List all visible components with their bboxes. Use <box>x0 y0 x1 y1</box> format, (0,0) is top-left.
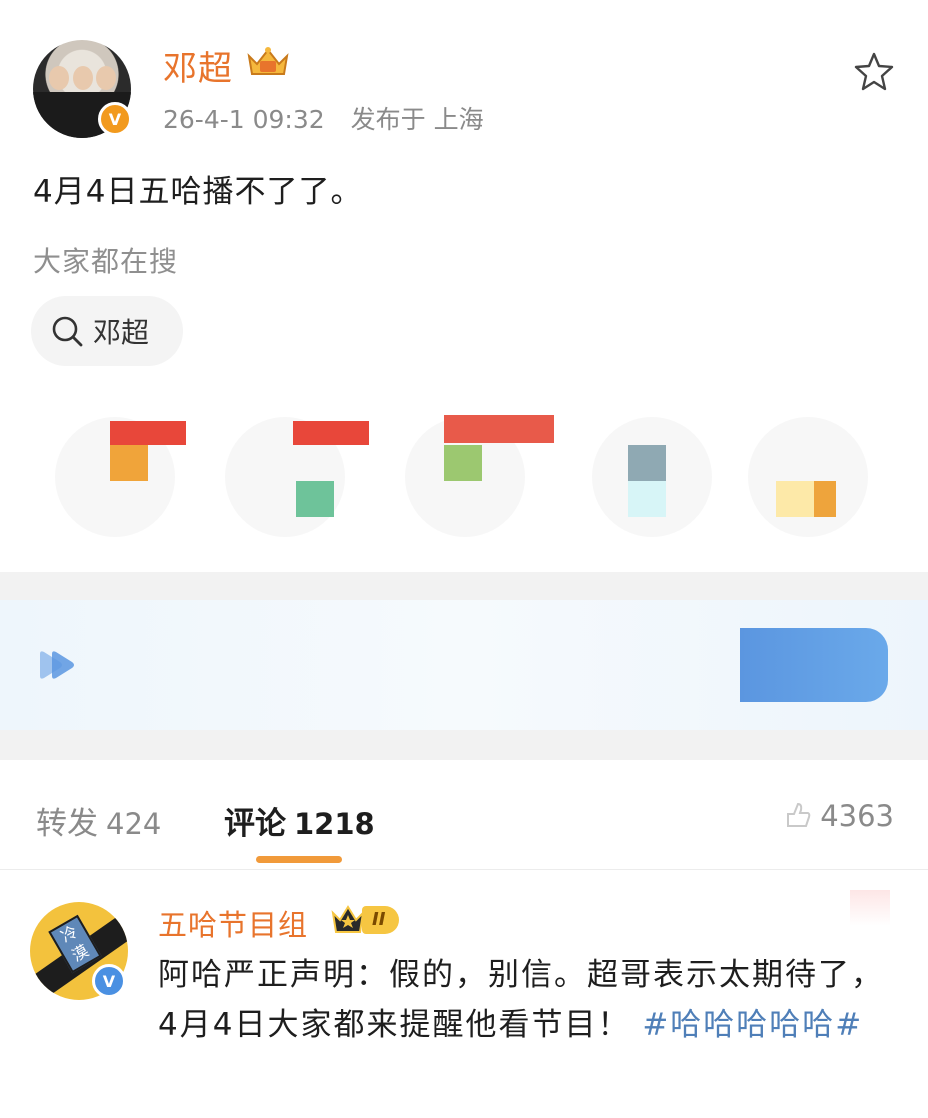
comment-like-icon[interactable] <box>850 890 890 926</box>
star-icon[interactable] <box>852 50 896 94</box>
tab-repost-label: 转发 <box>36 806 98 842</box>
trending-search-chip[interactable]: 邓超 <box>31 296 183 366</box>
reaction-pixel <box>110 421 186 445</box>
reaction-pixel <box>296 481 334 517</box>
commenter-name[interactable]: 五哈节目组 <box>158 902 308 944</box>
fan-level-label: II <box>362 906 400 934</box>
avatar-face <box>49 66 69 90</box>
verified-badge-icon: V <box>92 964 126 998</box>
crown-icon <box>247 47 289 75</box>
reaction-pixel <box>110 445 148 481</box>
active-tab-indicator <box>256 856 342 863</box>
tab-comment[interactable]: 评论 1218 <box>224 798 375 843</box>
reaction-button[interactable] <box>748 417 868 537</box>
like-icon <box>787 802 811 827</box>
ad-action-button[interactable] <box>740 628 888 702</box>
reaction-bar <box>0 405 928 545</box>
post-location: 发布于 上海 <box>350 105 484 134</box>
reaction-pixel <box>293 421 369 445</box>
section-divider <box>0 730 928 760</box>
tab-comment-label: 评论 <box>224 806 286 842</box>
reaction-pixel <box>444 415 554 443</box>
interaction-tabs: 转发 424 评论 1218 4363 <box>0 760 928 870</box>
reaction-pixel <box>628 481 666 517</box>
tab-like[interactable]: 4363 <box>782 798 894 834</box>
comment-item: 冷漠 V 五哈节目组 II 阿哈严正声明：假的，别信。超哥表示太期待了，4月4日… <box>0 872 928 1118</box>
tab-repost-count: 424 <box>106 807 162 841</box>
verified-badge-icon: V <box>98 102 132 136</box>
tab-like-count: 4363 <box>820 799 894 833</box>
reaction-pixel <box>628 445 666 481</box>
level-crown-icon <box>331 905 365 933</box>
tab-repost[interactable]: 转发 424 <box>36 798 161 843</box>
author-name[interactable]: 邓超 <box>163 41 233 90</box>
reaction-pixel <box>444 445 482 481</box>
comment-topic-link[interactable]: #哈哈哈哈哈# <box>642 1007 863 1043</box>
fan-level-badge: II <box>330 902 400 938</box>
avatar-face <box>73 66 93 90</box>
reaction-pixel <box>776 481 814 517</box>
trending-search-label: 大家都在搜 <box>33 245 179 278</box>
reaction-pixel <box>814 481 836 517</box>
post-time: 26-4-1 09:32 <box>163 105 325 134</box>
search-icon <box>52 316 83 347</box>
ad-logo-icon <box>40 651 74 679</box>
post-text: 4月4日五哈播不了了。 <box>33 174 363 210</box>
post-meta: 26-4-1 09:32 发布于 上海 <box>163 100 484 136</box>
search-chip-label: 邓超 <box>93 316 150 349</box>
post-header: V 邓超 26-4-1 09:32 发布于 上海 <box>0 0 928 150</box>
tab-comment-count: 1218 <box>294 807 375 841</box>
section-divider <box>0 572 928 600</box>
avatar-face <box>96 66 116 90</box>
comment-text: 阿哈严正声明：假的，别信。超哥表示太期待了，4月4日大家都来提醒他看节目！ #哈… <box>158 950 903 1050</box>
